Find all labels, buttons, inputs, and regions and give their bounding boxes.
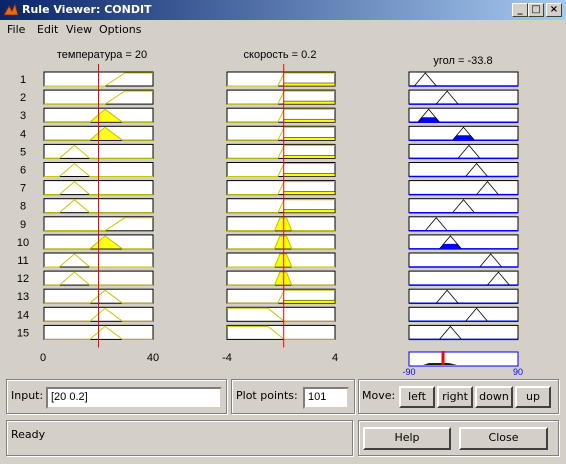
rule-number: 5 <box>20 146 26 158</box>
angle-mf-box <box>408 71 519 87</box>
move-right-button[interactable]: right <box>437 386 473 408</box>
axis-min-temperature: 0 <box>40 352 46 364</box>
rule-number: 4 <box>20 128 26 140</box>
angle-mf-box <box>408 162 519 177</box>
minimize-button[interactable]: _ <box>512 3 528 17</box>
move-down-button[interactable]: down <box>475 386 513 408</box>
column-title-angle: угол = -33.8 <box>433 55 492 67</box>
plot-points-panel: Plot points: 101 <box>231 379 355 414</box>
speed-mf-fill <box>283 155 336 159</box>
angle-mf-box <box>408 270 519 286</box>
move-panel: Move: left right down up <box>358 379 559 414</box>
angle-mf-box <box>408 306 519 322</box>
title-bar: Rule Viewer: CONDIT _ □ × <box>0 0 566 20</box>
matlab-icon <box>3 2 19 16</box>
column-title-temperature: температура = 20 <box>57 49 147 61</box>
speed-mf-fill <box>283 137 336 141</box>
input-label: Input: <box>11 389 44 402</box>
plot-points-label: Plot points: <box>236 389 298 402</box>
speed-mf-fill <box>283 173 336 177</box>
rule-number: 11 <box>17 255 28 267</box>
angle-mf-box <box>408 198 519 214</box>
angle-mf-box <box>408 89 519 105</box>
rule-number: 2 <box>20 92 26 104</box>
aggregated-output-box <box>408 351 519 367</box>
rule-plot-area: температура = 20 скорость = 0.2 угол = -… <box>17 49 523 377</box>
input-panel: Input: [20 0.2] <box>6 379 227 414</box>
angle-mf-box <box>408 324 519 340</box>
axis-min-speed: -4 <box>222 352 232 364</box>
menu-file[interactable]: File <box>7 23 25 36</box>
close-button[interactable]: Close <box>459 427 548 450</box>
help-button[interactable]: Help <box>363 427 451 450</box>
angle-mf-box <box>408 288 519 304</box>
plot-points-field[interactable]: 101 <box>303 387 349 409</box>
input-field[interactable]: [20 0.2] <box>46 387 222 409</box>
move-up-button[interactable]: up <box>515 386 551 408</box>
maximize-button[interactable]: □ <box>528 3 544 17</box>
rule-number: 13 <box>17 291 29 303</box>
speed-mf-fill <box>283 82 336 87</box>
speed-mf-fill <box>283 191 336 195</box>
rule-number: 7 <box>20 183 26 195</box>
axis-max-temperature: 40 <box>147 352 159 364</box>
rule-number: 8 <box>20 201 26 213</box>
rule-number: 12 <box>17 273 29 285</box>
close-window-button[interactable]: × <box>546 3 562 17</box>
rule-number: 6 <box>20 165 26 177</box>
axis-max-speed: 4 <box>332 352 338 364</box>
angle-mf-box <box>408 216 519 232</box>
angle-mf-box <box>408 180 519 196</box>
rule-number: 14 <box>17 309 29 321</box>
angle-mf-box <box>408 252 519 268</box>
speed-mf-fill <box>283 299 336 304</box>
rule-number: 3 <box>20 110 26 122</box>
move-left-button[interactable]: left <box>399 386 435 408</box>
rule-number: 9 <box>20 219 26 231</box>
speed-mf-fill <box>283 100 336 105</box>
window-title: Rule Viewer: CONDIT <box>22 3 152 16</box>
move-label: Move: <box>362 389 396 402</box>
action-panel: Help Close <box>358 420 559 456</box>
rule-number: 10 <box>17 237 29 249</box>
menu-bar: File Edit View Options <box>0 20 566 40</box>
rule-number: 15 <box>17 327 29 339</box>
speed-mf-fill <box>283 118 336 123</box>
angle-mf-box <box>408 234 519 250</box>
axis-min-angle: -90 <box>402 367 415 377</box>
menu-view[interactable]: View <box>66 23 92 36</box>
speed-mf-fill <box>283 209 336 213</box>
rule-number: 1 <box>20 74 26 86</box>
status-panel: Ready <box>6 420 353 456</box>
axis-max-angle: 90 <box>513 367 523 377</box>
menu-edit[interactable]: Edit <box>37 23 58 36</box>
status-text: Ready <box>11 428 46 441</box>
column-title-speed: скорость = 0.2 <box>244 49 317 61</box>
menu-options[interactable]: Options <box>99 23 141 36</box>
